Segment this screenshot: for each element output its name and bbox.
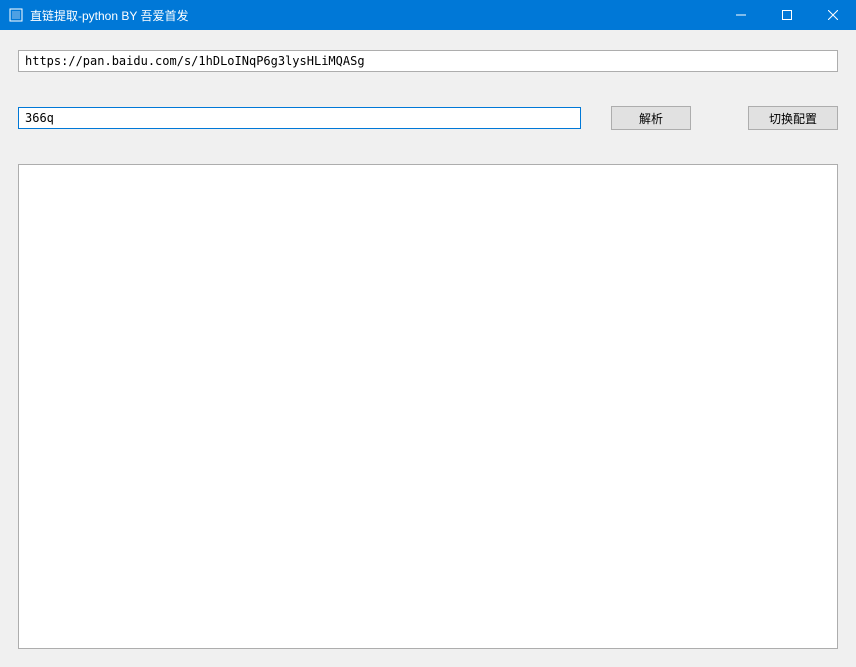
switch-config-button[interactable]: 切换配置 [748,106,838,130]
title-bar: 直链提取-python BY 吾爱首发 [0,0,856,30]
window-title: 直链提取-python BY 吾爱首发 [30,7,718,24]
app-icon [8,7,24,23]
close-button[interactable] [810,0,856,30]
minimize-button[interactable] [718,0,764,30]
maximize-button[interactable] [764,0,810,30]
url-input[interactable] [18,50,838,72]
window-body: 解析 切换配置 [0,30,856,667]
output-area[interactable] [18,164,838,649]
window-controls [718,0,856,30]
code-input[interactable] [18,107,581,129]
controls-row: 解析 切换配置 [18,106,838,130]
parse-button[interactable]: 解析 [611,106,691,130]
